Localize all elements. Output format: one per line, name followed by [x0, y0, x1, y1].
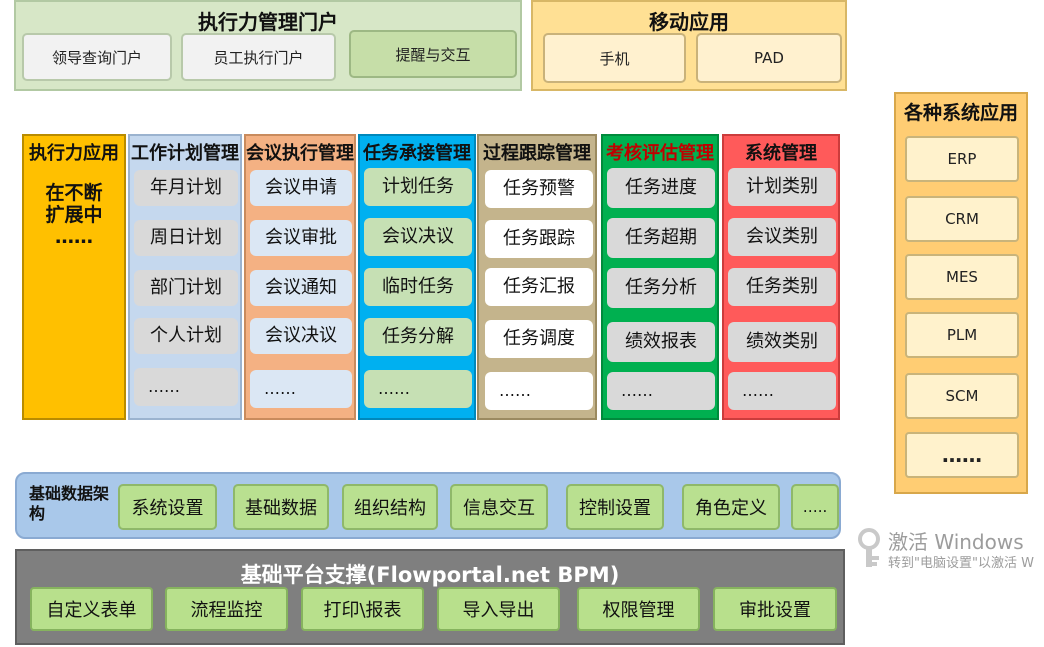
meeting-item-notify[interactable]: 会议通知 [250, 270, 352, 306]
watermark-line2: 转到"电脑设置"以激活 W [888, 556, 1034, 571]
meeting-item-apply[interactable]: 会议申请 [250, 170, 352, 206]
task-column: 任务承接管理 计划任务 会议决议 临时任务 任务分解 …… [358, 134, 476, 420]
meeting-title: 会议执行管理 [246, 143, 354, 164]
basic-data-panel: 基础数据架构 系统设置 基础数据 组织结构 信息交互 控制设置 角色定义 ….. [15, 472, 841, 539]
exec-app-body-line3: …… [55, 226, 93, 248]
assess-item-analysis[interactable]: 任务分析 [607, 268, 715, 308]
org-structure-button[interactable]: 组织结构 [342, 484, 438, 530]
system-item-plan-type[interactable]: 计划类别 [728, 168, 836, 206]
process-item-more[interactable]: …… [485, 372, 593, 410]
exec-app-body-line1: 在不断 [45, 182, 103, 204]
basic-data-button[interactable]: 基础数据 [233, 484, 329, 530]
windows-activation-watermark: 激活 Windows 转到"电脑设置"以激活 W [856, 526, 1044, 574]
system-item-more[interactable]: …… [728, 372, 836, 410]
pad-button[interactable]: PAD [696, 33, 842, 83]
process-item-report[interactable]: 任务汇报 [485, 268, 593, 306]
plan-item-personal[interactable]: 个人计划 [134, 318, 238, 354]
permission-button[interactable]: 权限管理 [577, 587, 700, 631]
assess-item-report[interactable]: 绩效报表 [607, 322, 715, 362]
exec-app-body-line2: 扩展中 [45, 204, 103, 226]
meeting-item-more[interactable]: …… [250, 370, 352, 408]
info-exchange-button[interactable]: 信息交互 [450, 484, 548, 530]
platform-title: 基础平台支撑(Flowportal.net BPM) [240, 563, 620, 587]
basic-data-title: 基础数据架构 [29, 484, 110, 523]
meeting-column: 会议执行管理 会议申请 会议审批 会议通知 会议决议 …… [244, 134, 356, 420]
plan-item-week[interactable]: 周日计划 [134, 220, 238, 256]
process-title: 过程跟踪管理 [483, 143, 591, 164]
leader-query-portal-button[interactable]: 领导查询门户 [22, 33, 172, 81]
task-item-temp[interactable]: 临时任务 [364, 268, 472, 306]
scm-item[interactable]: SCM [905, 373, 1019, 419]
platform-panel: 基础平台支撑(Flowportal.net BPM) 自定义表单 流程监控 打印… [15, 549, 845, 645]
phone-button[interactable]: 手机 [543, 33, 686, 83]
assess-title: 考核评估管理 [606, 143, 714, 164]
reminder-interaction-button[interactable]: 提醒与交互 [349, 30, 517, 78]
systems-title: 各种系统应用 [903, 102, 1018, 124]
mobile-app-panel: 移动应用 手机 PAD [531, 0, 847, 91]
key-icon [858, 528, 880, 567]
process-item-warn[interactable]: 任务预警 [485, 170, 593, 208]
system-item-task-type[interactable]: 任务类别 [728, 268, 836, 306]
flow-monitor-button[interactable]: 流程监控 [165, 587, 288, 631]
exec-app-title: 执行力应用 [29, 143, 119, 164]
process-column: 过程跟踪管理 任务预警 任务跟踪 任务汇报 任务调度 …… [477, 134, 597, 420]
mes-item[interactable]: MES [905, 254, 1019, 300]
basic-more-button[interactable]: ….. [791, 484, 839, 530]
plm-item[interactable]: PLM [905, 312, 1019, 358]
process-item-track[interactable]: 任务跟踪 [485, 220, 593, 258]
task-item-plan[interactable]: 计划任务 [364, 168, 472, 206]
task-item-split[interactable]: 任务分解 [364, 318, 472, 356]
system-settings-button[interactable]: 系统设置 [118, 484, 217, 530]
assess-item-more[interactable]: …… [607, 372, 715, 410]
task-item-more[interactable]: …… [364, 370, 472, 408]
custom-form-button[interactable]: 自定义表单 [30, 587, 153, 631]
plan-item-dept[interactable]: 部门计划 [134, 270, 238, 306]
system-mgmt-title: 系统管理 [745, 143, 817, 164]
process-item-dispatch[interactable]: 任务调度 [485, 320, 593, 358]
import-export-button[interactable]: 导入导出 [437, 587, 560, 631]
system-item-perf-type[interactable]: 绩效类别 [728, 322, 836, 362]
mobile-app-title: 移动应用 [649, 10, 729, 34]
systems-more-item[interactable]: …… [905, 432, 1019, 478]
systems-panel: 各种系统应用 ERP CRM MES PLM SCM …… [894, 92, 1028, 494]
assess-item-progress[interactable]: 任务进度 [607, 168, 715, 208]
exec-portal-panel: 执行力管理门户 领导查询门户 员工执行门户 提醒与交互 [14, 0, 522, 91]
employee-exec-portal-button[interactable]: 员工执行门户 [181, 33, 336, 81]
print-report-button[interactable]: 打印\报表 [301, 587, 424, 631]
plan-item-month[interactable]: 年月计划 [134, 170, 238, 206]
role-definition-button[interactable]: 角色定义 [682, 484, 780, 530]
control-settings-button[interactable]: 控制设置 [566, 484, 664, 530]
work-plan-title: 工作计划管理 [131, 143, 239, 164]
exec-app-column: 执行力应用 在不断 扩展中 …… [22, 134, 126, 420]
system-mgmt-column: 系统管理 计划类别 会议类别 任务类别 绩效类别 …… [722, 134, 840, 420]
meeting-item-resolution[interactable]: 会议决议 [250, 318, 352, 354]
exec-app-body: 在不断 扩展中 …… [24, 182, 124, 248]
assess-item-overdue[interactable]: 任务超期 [607, 218, 715, 258]
meeting-item-approve[interactable]: 会议审批 [250, 220, 352, 256]
task-title: 任务承接管理 [363, 143, 471, 164]
plan-item-more[interactable]: …… [134, 368, 238, 406]
work-plan-column: 工作计划管理 年月计划 周日计划 部门计划 个人计划 …… [128, 134, 242, 420]
watermark-line1: 激活 Windows [888, 530, 1024, 554]
erp-item[interactable]: ERP [905, 136, 1019, 182]
assess-column: 考核评估管理 任务进度 任务超期 任务分析 绩效报表 …… [601, 134, 719, 420]
crm-item[interactable]: CRM [905, 196, 1019, 242]
system-item-meeting-type[interactable]: 会议类别 [728, 218, 836, 256]
task-item-resolution[interactable]: 会议决议 [364, 218, 472, 256]
approval-settings-button[interactable]: 审批设置 [713, 587, 837, 631]
